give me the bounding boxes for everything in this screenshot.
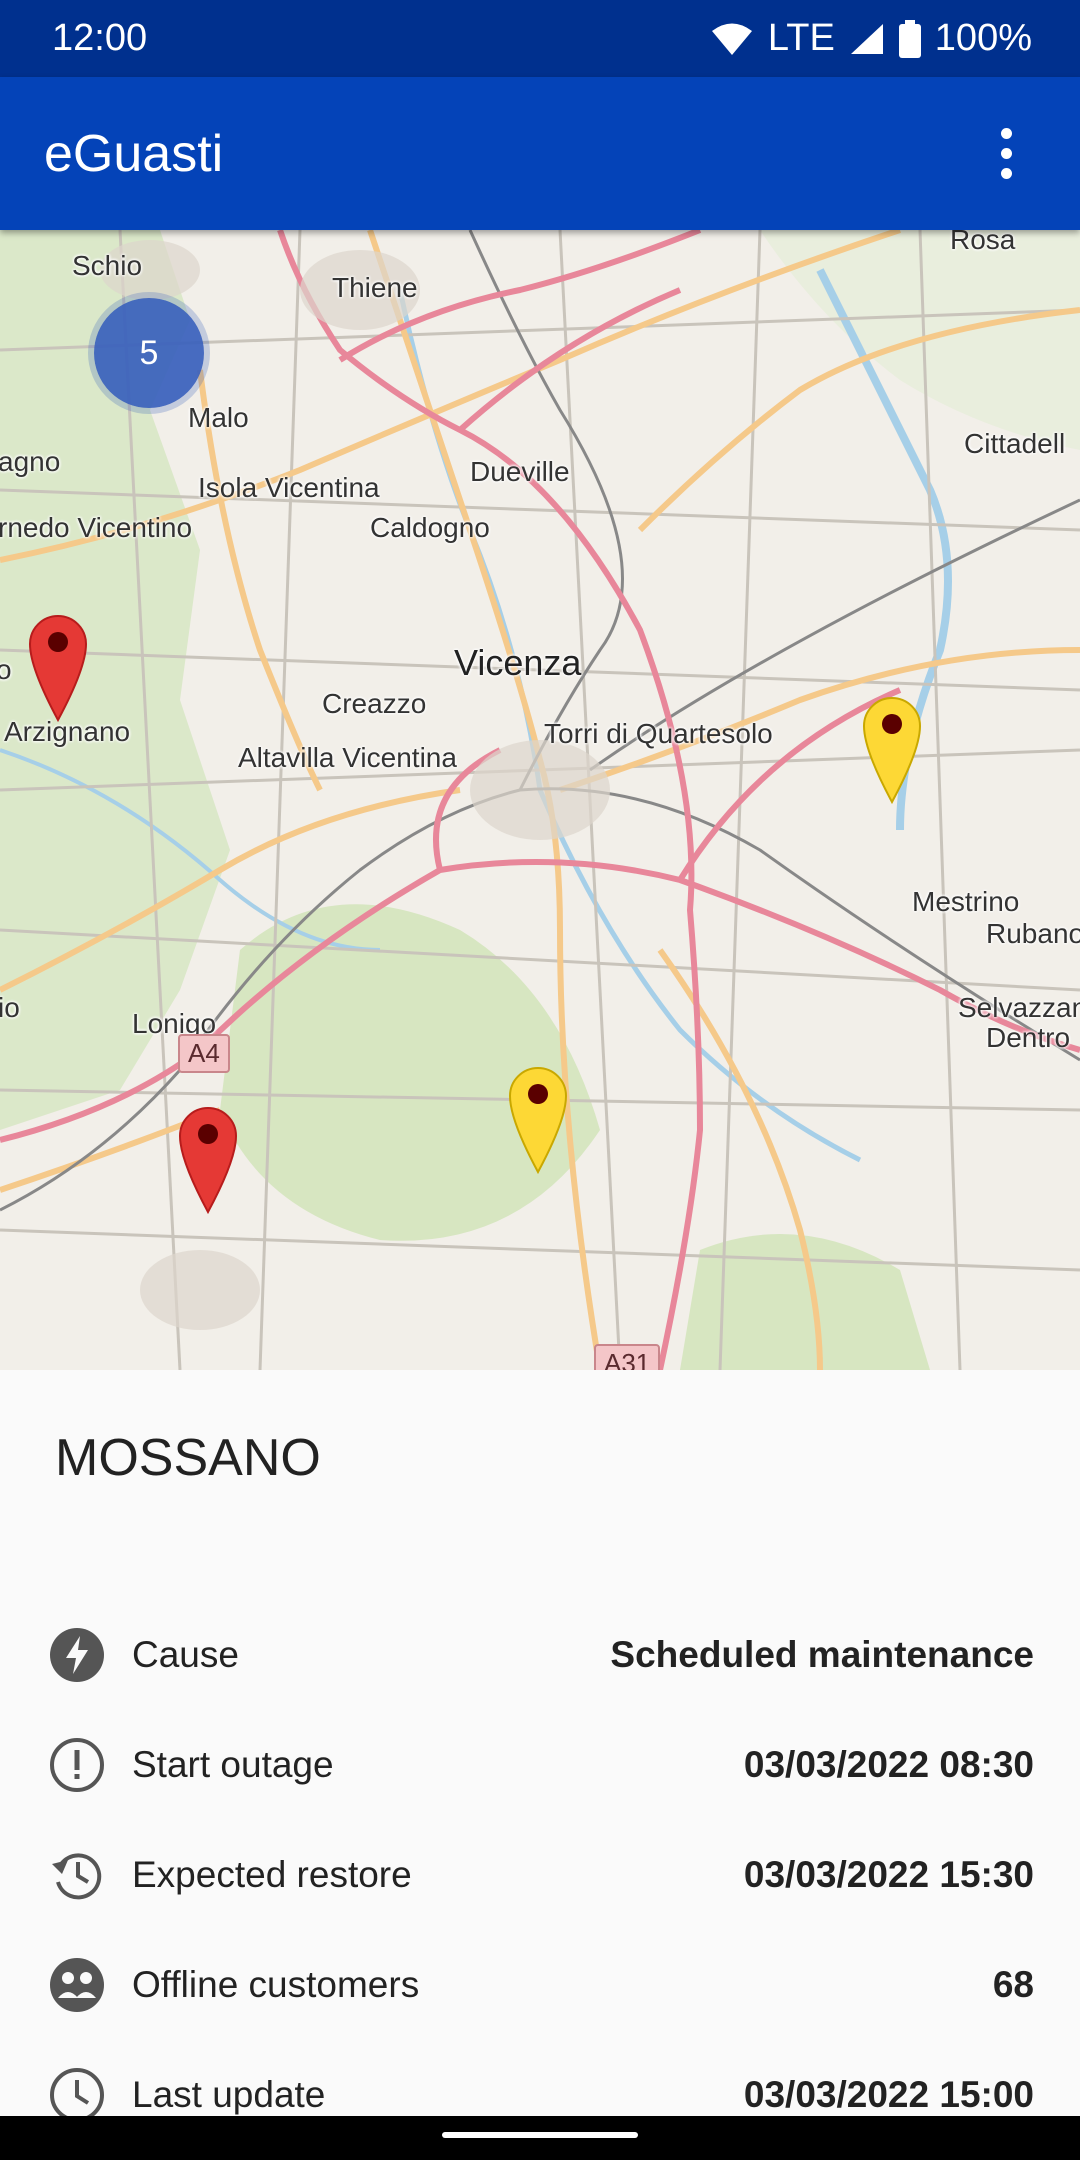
map-label: Dentro (986, 1022, 1071, 1053)
map-view[interactable]: Schio Thiene Rosa Malo Cittadell agno Is… (0, 230, 1080, 1370)
map-label: Rubano (986, 918, 1080, 949)
detail-label: Offline customers (132, 1964, 420, 2005)
detail-value: 68 (992, 1964, 1034, 2005)
bolt-icon (50, 1628, 104, 1682)
map-label: Rosa (950, 230, 1016, 255)
status-time: 12:00 (52, 17, 148, 59)
map-label: Dueville (470, 456, 570, 487)
map-label: Altavilla Vicentina (238, 742, 457, 773)
map-label: Mestrino (912, 886, 1020, 917)
detail-label: Expected restore (132, 1854, 412, 1895)
marker-cluster[interactable]: 5 (94, 298, 204, 408)
map-label: Schio (72, 250, 143, 281)
location-title: MOSSANO (55, 1429, 321, 1487)
map-label: Malo (188, 402, 249, 433)
road-shield: A4 (178, 1034, 230, 1073)
detail-row-expected-restore: Expected restore 03/03/2022 15:30 (0, 1820, 1080, 1930)
map-label: Isola Vicentina (198, 472, 380, 503)
map-label: rnedo Vicentino (0, 512, 193, 543)
signal-icon (850, 23, 883, 54)
map-label: Torri di Quartesolo (544, 718, 773, 749)
map-label: Selvazzan (958, 992, 1080, 1023)
map-label: agno (0, 446, 61, 477)
map-marker-yellow[interactable] (506, 1064, 570, 1174)
detail-label: Cause (132, 1634, 239, 1675)
detail-row-start-outage: Start outage 03/03/2022 08:30 (0, 1710, 1080, 1820)
cluster-count: 5 (139, 333, 159, 372)
map-label: Caldogno (370, 512, 490, 543)
status-icons: LTE 100% (710, 17, 1032, 60)
detail-value: Scheduled maintenance (610, 1634, 1034, 1675)
battery-icon (898, 19, 921, 58)
detail-label: Last update (132, 2074, 326, 2115)
app-title: eGuasti (44, 124, 224, 183)
map-label: Creazzo (322, 688, 427, 719)
overflow-menu-button[interactable] (976, 124, 1036, 184)
navigation-bar (0, 2116, 1080, 2160)
people-icon (50, 1958, 104, 2012)
detail-label: Start outage (132, 1744, 334, 1785)
map-label: io (0, 992, 20, 1023)
detail-value: 03/03/2022 15:30 (743, 1854, 1034, 1895)
detail-value: 03/03/2022 15:00 (743, 2074, 1034, 2115)
map-label: o (0, 654, 12, 685)
history-icon (52, 1853, 102, 1900)
network-label: LTE (767, 17, 835, 59)
detail-row-cause: Cause Scheduled maintenance (0, 1600, 1080, 1710)
more-vert-icon (1000, 128, 1012, 139)
map-label-city: Vicenza (454, 642, 582, 683)
map-marker-red[interactable] (176, 1104, 240, 1214)
outage-details-sheet: MOSSANO Cause Scheduled maintenance Star… (0, 1370, 1080, 2122)
road-shield: A31 (594, 1344, 661, 1370)
detail-value: 03/03/2022 08:30 (743, 1744, 1034, 1785)
battery-level: 100% (934, 17, 1032, 59)
alert-icon (50, 1738, 104, 1792)
map-marker-yellow[interactable] (860, 694, 924, 804)
map-label: Thiene (332, 272, 418, 303)
home-gesture-handle[interactable] (442, 2132, 638, 2138)
app-bar: eGuasti (0, 77, 1080, 230)
wifi-icon (711, 23, 752, 55)
status-bar: 12:00 LTE 100% (0, 0, 1080, 77)
detail-row-offline-customers: Offline customers 68 (0, 1930, 1080, 2040)
map-label: Cittadell (964, 428, 1066, 459)
map-marker-red[interactable] (26, 612, 90, 722)
